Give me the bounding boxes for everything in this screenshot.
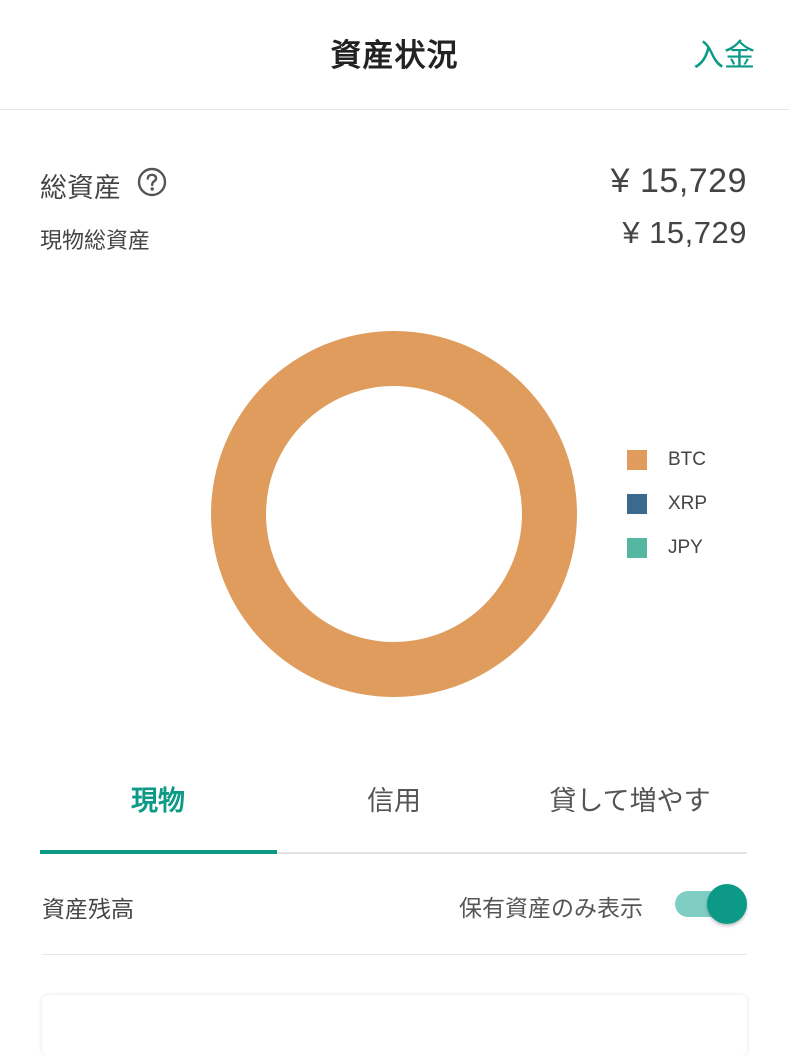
legend-swatch-btc [627, 450, 647, 470]
legend-label-jpy: JPY [668, 537, 703, 558]
deposit-button[interactable]: 入金 [693, 30, 755, 75]
legend-swatch-xrp [627, 494, 647, 514]
active-tab-indicator [40, 850, 277, 854]
total-assets-label: 総資産 [40, 173, 121, 204]
legend-label-btc: BTC [668, 449, 706, 470]
page-title: 資産状況 [330, 38, 459, 74]
question-circle-icon[interactable] [137, 167, 167, 197]
tab-lending[interactable]: 貸して増やす [512, 760, 748, 850]
holdings-only-toggle[interactable] [671, 884, 747, 924]
holdings-only-label: 保有資産のみ表示 [459, 896, 643, 922]
spot-assets-label: 現物総資産 [40, 229, 151, 254]
spot-assets-value: ¥ 15,729 [622, 215, 747, 250]
legend-label-xrp: XRP [668, 493, 708, 514]
legend-swatch-jpy [627, 538, 647, 558]
asset-tabs: 現物 信用 貸して増やす [40, 760, 747, 854]
balance-header-row: 資産残高 保有資産のみ表示 [42, 870, 747, 955]
tab-margin[interactable]: 信用 [276, 760, 512, 850]
app-header: 資産状況 入金 [0, 0, 789, 110]
total-assets-value: ¥ 15,729 [610, 162, 747, 200]
spot-assets-row: 現物総資産 ¥ 15,729 [40, 215, 747, 255]
asset-list-card [42, 995, 747, 1055]
balance-label: 資産残高 [42, 897, 134, 923]
tab-spot[interactable]: 現物 [40, 760, 276, 850]
toggle-knob [707, 884, 747, 924]
asset-donut-chart [211, 331, 577, 697]
total-assets-row: 総資産 ¥ 15,729 [40, 162, 747, 206]
donut-slice-btc [211, 331, 577, 697]
